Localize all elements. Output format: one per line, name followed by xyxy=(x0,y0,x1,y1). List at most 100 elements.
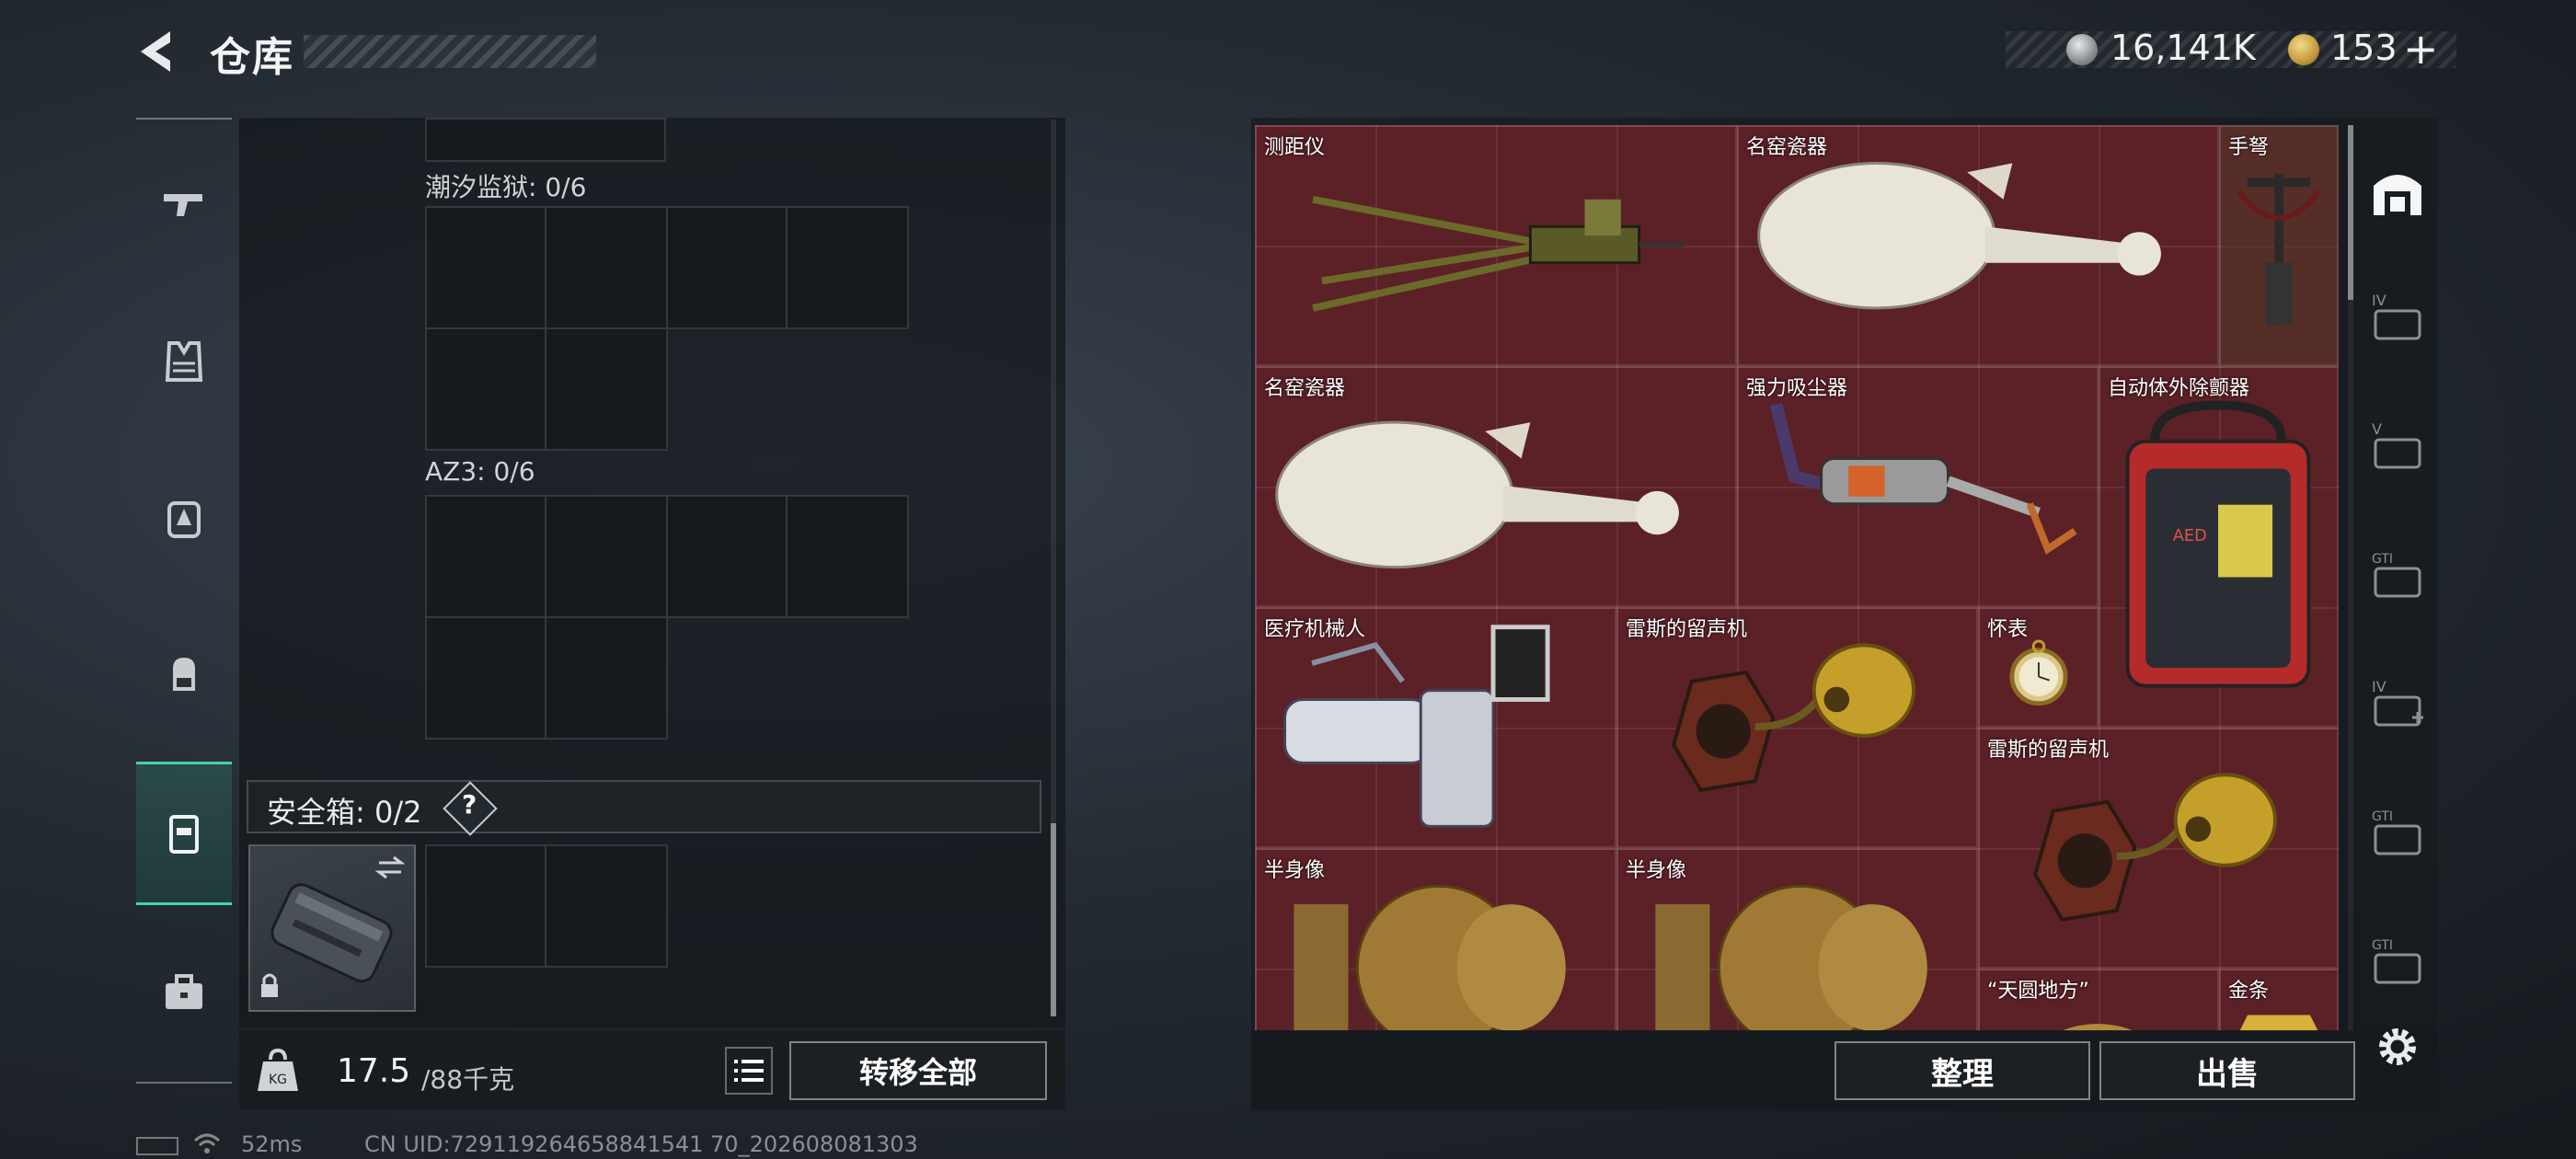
safebox-label: 安全箱: 0/2 xyxy=(267,795,422,830)
coin1-value: 16,141K xyxy=(2110,28,2256,68)
grid-cell[interactable] xyxy=(545,206,668,329)
grid-cell[interactable] xyxy=(545,844,668,968)
svg-text:KG: KG xyxy=(269,1073,287,1087)
item-medical-robot[interactable]: 医疗机械人 xyxy=(1255,607,1616,848)
item-porcelain[interactable]: 名窑瓷器 xyxy=(1737,125,2219,366)
grid-cell[interactable] xyxy=(425,206,546,329)
stash-grid: 测距仪 名窑瓷器 手弩 名窑瓷器 强力吸尘器 自动体外除颤器 AED 医疗机械人… xyxy=(1255,125,2339,1031)
category-chest-rig[interactable] xyxy=(136,449,232,587)
list-view-button[interactable] xyxy=(725,1047,773,1095)
armor-vest-icon xyxy=(165,341,203,382)
svg-text:IV: IV xyxy=(2372,678,2386,695)
vacuum-image xyxy=(1769,402,2077,555)
stash-tab-iv[interactable]: IV xyxy=(2363,263,2432,373)
stash-tab-gti-3-icon: GTI xyxy=(2372,938,2421,984)
grid-cell[interactable] xyxy=(666,206,788,329)
backpack-icon xyxy=(173,658,195,691)
svg-text:V: V xyxy=(2372,420,2382,438)
item-pocket-watch[interactable]: 怀表 xyxy=(1978,607,2099,728)
item-tianyuan-difang[interactable]: “天圆地方” xyxy=(1978,969,2219,1031)
coin-image xyxy=(2061,1024,2134,1031)
item-gold-bar[interactable]: 金条 xyxy=(2219,969,2339,1031)
item-vacuum-cleaner[interactable]: 强力吸尘器 xyxy=(1737,366,2099,607)
transfer-all-button[interactable]: 转移全部 xyxy=(789,1041,1047,1100)
svg-text:GTI: GTI xyxy=(2372,938,2393,953)
list-icon xyxy=(734,1060,764,1082)
scrollbar-thumb[interactable] xyxy=(2348,125,2353,300)
safebox-icon xyxy=(169,815,199,854)
gun-icon xyxy=(164,194,202,216)
silver-coin-icon xyxy=(2066,34,2098,65)
sell-button[interactable]: 出售 xyxy=(2099,1041,2355,1100)
grid-cell[interactable] xyxy=(786,206,909,329)
svg-text:GTI: GTI xyxy=(2372,552,2393,567)
briefcase-icon xyxy=(166,974,202,1009)
category-armor[interactable] xyxy=(136,293,232,430)
item-gramophone[interactable]: 雷斯的留声机 xyxy=(1978,728,2339,969)
stash-tab-gti[interactable]: GTI xyxy=(2363,521,2432,631)
stash-tab-v[interactable]: V xyxy=(2363,392,2432,502)
category-weapons[interactable] xyxy=(136,136,232,274)
weight-max: /88千克 xyxy=(421,1064,515,1095)
add-currency-button[interactable]: + xyxy=(2403,24,2439,74)
safebox-case-image xyxy=(261,855,406,997)
crossbow-image xyxy=(2237,173,2321,326)
title-decoration xyxy=(304,35,596,68)
grid-cell[interactable] xyxy=(425,844,546,968)
item-aed[interactable]: 自动体外除颤器 AED xyxy=(2099,366,2339,728)
section-label-tide-prison: 潮汐监狱: 0/6 xyxy=(425,172,587,202)
grid-cell[interactable] xyxy=(545,616,668,740)
item-crossbow[interactable]: 手弩 xyxy=(2219,125,2339,366)
stash-tab-main[interactable] xyxy=(2363,136,2432,247)
swap-icon xyxy=(374,855,406,879)
sort-button[interactable]: 整理 xyxy=(1834,1041,2090,1100)
wifi-icon xyxy=(193,1133,221,1153)
item-rangefinder[interactable]: 测距仪 xyxy=(1255,125,1737,366)
svg-text:IV: IV xyxy=(2372,292,2386,309)
medical-robot-image xyxy=(1283,625,1550,828)
pocket-watch-image xyxy=(2009,639,2068,706)
item-bust[interactable]: 半身像 xyxy=(1255,848,1616,1031)
item-gramophone[interactable]: 雷斯的留声机 xyxy=(1616,607,1978,848)
stash-tab-gti-3[interactable]: GTI xyxy=(2363,907,2432,1017)
svg-text:AED: AED xyxy=(2173,527,2207,545)
porcelain-vase-image xyxy=(1275,420,1679,569)
category-backpack[interactable] xyxy=(136,605,232,743)
item-porcelain[interactable]: 名窑瓷器 xyxy=(1255,366,1737,607)
gramophone-image xyxy=(1671,643,1916,793)
stash-tab-v-icon: V xyxy=(2372,420,2421,469)
porcelain-vase-image xyxy=(1757,161,2161,310)
stash-tab-iv-plus-icon: IV xyxy=(2372,678,2423,727)
weight-icon: KG xyxy=(258,1048,298,1091)
back-arrow-icon[interactable] xyxy=(133,28,179,75)
stash-tab-gti-2-icon: GTI xyxy=(2372,809,2421,855)
safebox-item[interactable] xyxy=(248,844,416,1012)
help-question-mark[interactable]: ? xyxy=(462,789,477,820)
settings-gear-icon[interactable] xyxy=(2374,1023,2421,1071)
category-safebox[interactable] xyxy=(136,762,232,905)
grid-cell[interactable] xyxy=(545,327,668,451)
section-label-az3: AZ3: 0/6 xyxy=(425,456,535,487)
grid-cell xyxy=(425,118,666,162)
page-title: 仓库 xyxy=(210,34,294,81)
aed-image: AED xyxy=(2125,400,2311,688)
grid-cell[interactable] xyxy=(786,495,909,618)
chest-rig-icon xyxy=(167,501,201,538)
gold-bar-image xyxy=(2239,1015,2318,1031)
bust-image xyxy=(1294,884,1566,1031)
user-uid: CN UID:729119264658841541 70_20260808130… xyxy=(364,1131,918,1157)
item-bust[interactable]: 半身像 xyxy=(1616,848,1978,1031)
grid-cell[interactable] xyxy=(425,495,546,618)
grid-cell[interactable] xyxy=(666,495,788,618)
grid-cell[interactable] xyxy=(545,495,668,618)
stash-tab-iv-plus[interactable]: IV xyxy=(2363,649,2432,760)
battery-icon xyxy=(136,1137,178,1155)
svg-text:GTI: GTI xyxy=(2372,809,2393,824)
grid-cell[interactable] xyxy=(425,616,546,740)
grid-cell[interactable] xyxy=(425,327,546,451)
scrollbar-thumb[interactable] xyxy=(1051,823,1056,1016)
category-case[interactable] xyxy=(136,924,232,1061)
stash-tab-iv-icon: IV xyxy=(2372,292,2421,340)
weight-value: 17.5 xyxy=(337,1052,411,1090)
stash-tab-gti-2[interactable]: GTI xyxy=(2363,778,2432,889)
